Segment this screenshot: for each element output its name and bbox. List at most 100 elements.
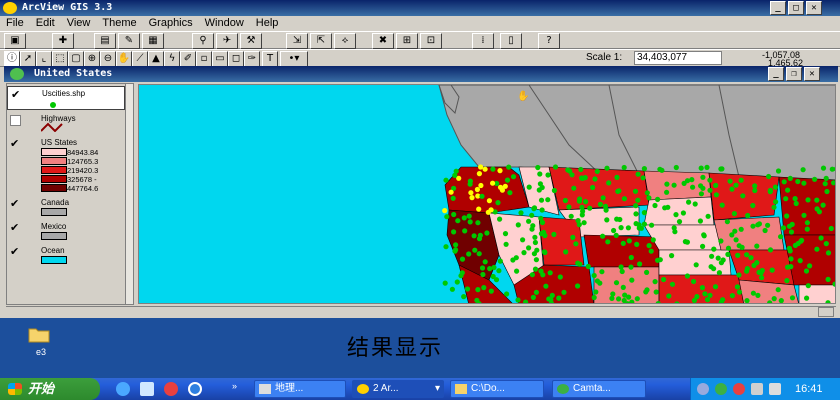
- zoom-out-icon[interactable]: ⊞: [396, 33, 418, 49]
- tray-app-icon[interactable]: [751, 383, 763, 395]
- zoom-full-icon[interactable]: ⇲: [286, 33, 308, 49]
- layer-checkbox-uscities[interactable]: ✔: [11, 90, 22, 101]
- layer-checkbox-canada[interactable]: ✔: [10, 199, 21, 210]
- resize-grip-icon[interactable]: [818, 307, 834, 317]
- quicklaunch-app-icon[interactable]: [164, 382, 178, 396]
- city-point: [669, 281, 676, 287]
- view-close-button[interactable]: ✕: [804, 67, 820, 81]
- tray-green-icon[interactable]: [715, 383, 727, 395]
- close-button[interactable]: ✕: [806, 1, 822, 15]
- maximize-button[interactable]: □: [788, 1, 804, 15]
- layer-checkbox-mexico[interactable]: ✔: [10, 223, 21, 234]
- scale-input[interactable]: 34,403,077: [634, 51, 722, 65]
- edit-legend-icon[interactable]: ✎: [118, 33, 140, 49]
- zoom-out-tool-icon[interactable]: ⊖: [100, 51, 116, 67]
- tray-network-icon[interactable]: [697, 383, 709, 395]
- layer-canada[interactable]: ✔ Canada: [7, 196, 125, 218]
- text-label-icon[interactable]: ▫: [196, 51, 212, 67]
- find-icon[interactable]: ⚲: [192, 33, 214, 49]
- vertex-edit-icon[interactable]: ⌞: [36, 51, 52, 67]
- minimize-button[interactable]: _: [770, 1, 786, 15]
- tray-red-icon[interactable]: [733, 383, 745, 395]
- query-builder-icon[interactable]: ⚒: [240, 33, 262, 49]
- menu-edit[interactable]: Edit: [30, 16, 61, 31]
- quicklaunch-chevron-icon[interactable]: »: [232, 381, 237, 391]
- zoom-in-tool-icon[interactable]: ⊕: [84, 51, 100, 67]
- map-horizontal-scrollbar[interactable]: [6, 306, 836, 317]
- city-point: [597, 280, 603, 286]
- quicklaunch-ie-icon[interactable]: [116, 382, 130, 396]
- city-point: [778, 234, 784, 240]
- legend-scrollbar[interactable]: [125, 84, 133, 304]
- city-point: [655, 257, 661, 263]
- draw-point-icon[interactable]: •▾: [280, 51, 308, 67]
- area-of-interest-icon[interactable]: ▲: [148, 51, 164, 67]
- layer-checkbox-ocean[interactable]: ✔: [10, 247, 21, 258]
- label-icon[interactable]: ✐: [180, 51, 196, 67]
- zoom-active-icon[interactable]: ⇱: [310, 33, 332, 49]
- layer-checkbox-highways[interactable]: [10, 115, 21, 126]
- city-point: [655, 196, 661, 202]
- lightning-hotlink-icon[interactable]: ϟ: [164, 51, 180, 67]
- menu-view[interactable]: View: [61, 16, 97, 31]
- view-restore-button[interactable]: ❐: [786, 67, 802, 81]
- task-button-1[interactable]: 地理...: [254, 380, 346, 398]
- layer-uscities[interactable]: ✔ Uscities.shp: [7, 86, 125, 110]
- theme-properties-icon[interactable]: ▤: [94, 33, 116, 49]
- text-tool-icon[interactable]: T: [262, 51, 278, 67]
- identify-icon[interactable]: ⓘ: [4, 51, 20, 67]
- clear-selection-icon[interactable]: ▯: [500, 33, 522, 49]
- layer-checkbox-us-states[interactable]: ✔: [10, 139, 21, 150]
- pan-icon[interactable]: ✋: [116, 51, 132, 67]
- add-theme-icon[interactable]: ✚: [52, 33, 74, 49]
- layer-mexico[interactable]: ✔ Mexico: [7, 220, 125, 242]
- menu-file[interactable]: File: [0, 16, 30, 31]
- city-point: [787, 248, 793, 254]
- save-icon[interactable]: ▣: [4, 33, 26, 49]
- quicklaunch-desktop-icon[interactable]: [140, 382, 154, 396]
- layer-highways[interactable]: Highways: [7, 112, 125, 134]
- zoom-in-icon[interactable]: ✖: [372, 33, 394, 49]
- menu-help[interactable]: Help: [250, 16, 285, 31]
- quicklaunch-browser-icon[interactable]: [188, 382, 202, 396]
- map-canvas[interactable]: ✋: [139, 85, 836, 304]
- draw-tool-icon[interactable]: ◻: [228, 51, 244, 67]
- draw-rectangle-icon[interactable]: ▭: [212, 51, 228, 67]
- window-title-bar[interactable]: ArcView GIS 3.3 _ □ ✕: [0, 0, 840, 16]
- task-button-camtasia[interactable]: Camta...: [552, 380, 646, 398]
- city-point: [736, 272, 742, 278]
- start-button[interactable]: 开始: [0, 378, 100, 400]
- select-features-icon[interactable]: ⁞: [472, 33, 494, 49]
- tool-bar: ⓘ ➚ ⌞ ⬚ ▢ ⊕ ⊖ ✋ ⟋ ▲ ϟ ✐ ▫ ▭ ◻ ✑ T •▾ Sca…: [0, 49, 840, 68]
- layer-ocean[interactable]: ✔ Ocean: [7, 244, 125, 266]
- measure-icon[interactable]: ⟋: [132, 51, 148, 67]
- layer-us-states[interactable]: ✔ US States 84943.84 124765.3 219420.3 3…: [7, 136, 125, 193]
- view-minimize-button[interactable]: _: [768, 67, 784, 81]
- table-icon[interactable]: ▦: [142, 33, 164, 49]
- city-point: [673, 164, 679, 171]
- menu-window[interactable]: Window: [199, 16, 250, 31]
- city-point: [643, 289, 649, 295]
- help-icon[interactable]: ?: [538, 33, 560, 49]
- select-box-icon[interactable]: ▢: [68, 51, 84, 67]
- pointer-icon[interactable]: ➚: [20, 51, 36, 67]
- tray-volume-icon[interactable]: [769, 383, 781, 395]
- city-point: [719, 202, 725, 208]
- city-point: [616, 296, 622, 302]
- folder-icon[interactable]: [28, 325, 50, 343]
- zoom-previous-icon[interactable]: ⊡: [420, 33, 442, 49]
- view-title-bar[interactable]: United States _ ❐ ✕: [4, 66, 838, 82]
- city-point: [461, 294, 467, 300]
- task-button-folder[interactable]: C:\Do...: [450, 380, 544, 398]
- pen-icon[interactable]: ✑: [244, 51, 260, 67]
- arcview-window: ArcView GIS 3.3 _ □ ✕ File Edit View Theme G…: [0, 0, 840, 318]
- menu-theme[interactable]: Theme: [96, 16, 142, 31]
- menu-graphics[interactable]: Graphics: [143, 16, 199, 31]
- select-feature-icon[interactable]: ⬚: [52, 51, 68, 67]
- locate-address-icon[interactable]: ✈: [216, 33, 238, 49]
- task-button-arcview[interactable]: 2 Ar... ▾: [352, 380, 444, 398]
- map-display[interactable]: ✋: [138, 84, 836, 304]
- city-point: [684, 273, 691, 279]
- cursor-icon: ✋: [517, 89, 529, 102]
- zoom-selected-icon[interactable]: ⟡: [334, 33, 356, 49]
